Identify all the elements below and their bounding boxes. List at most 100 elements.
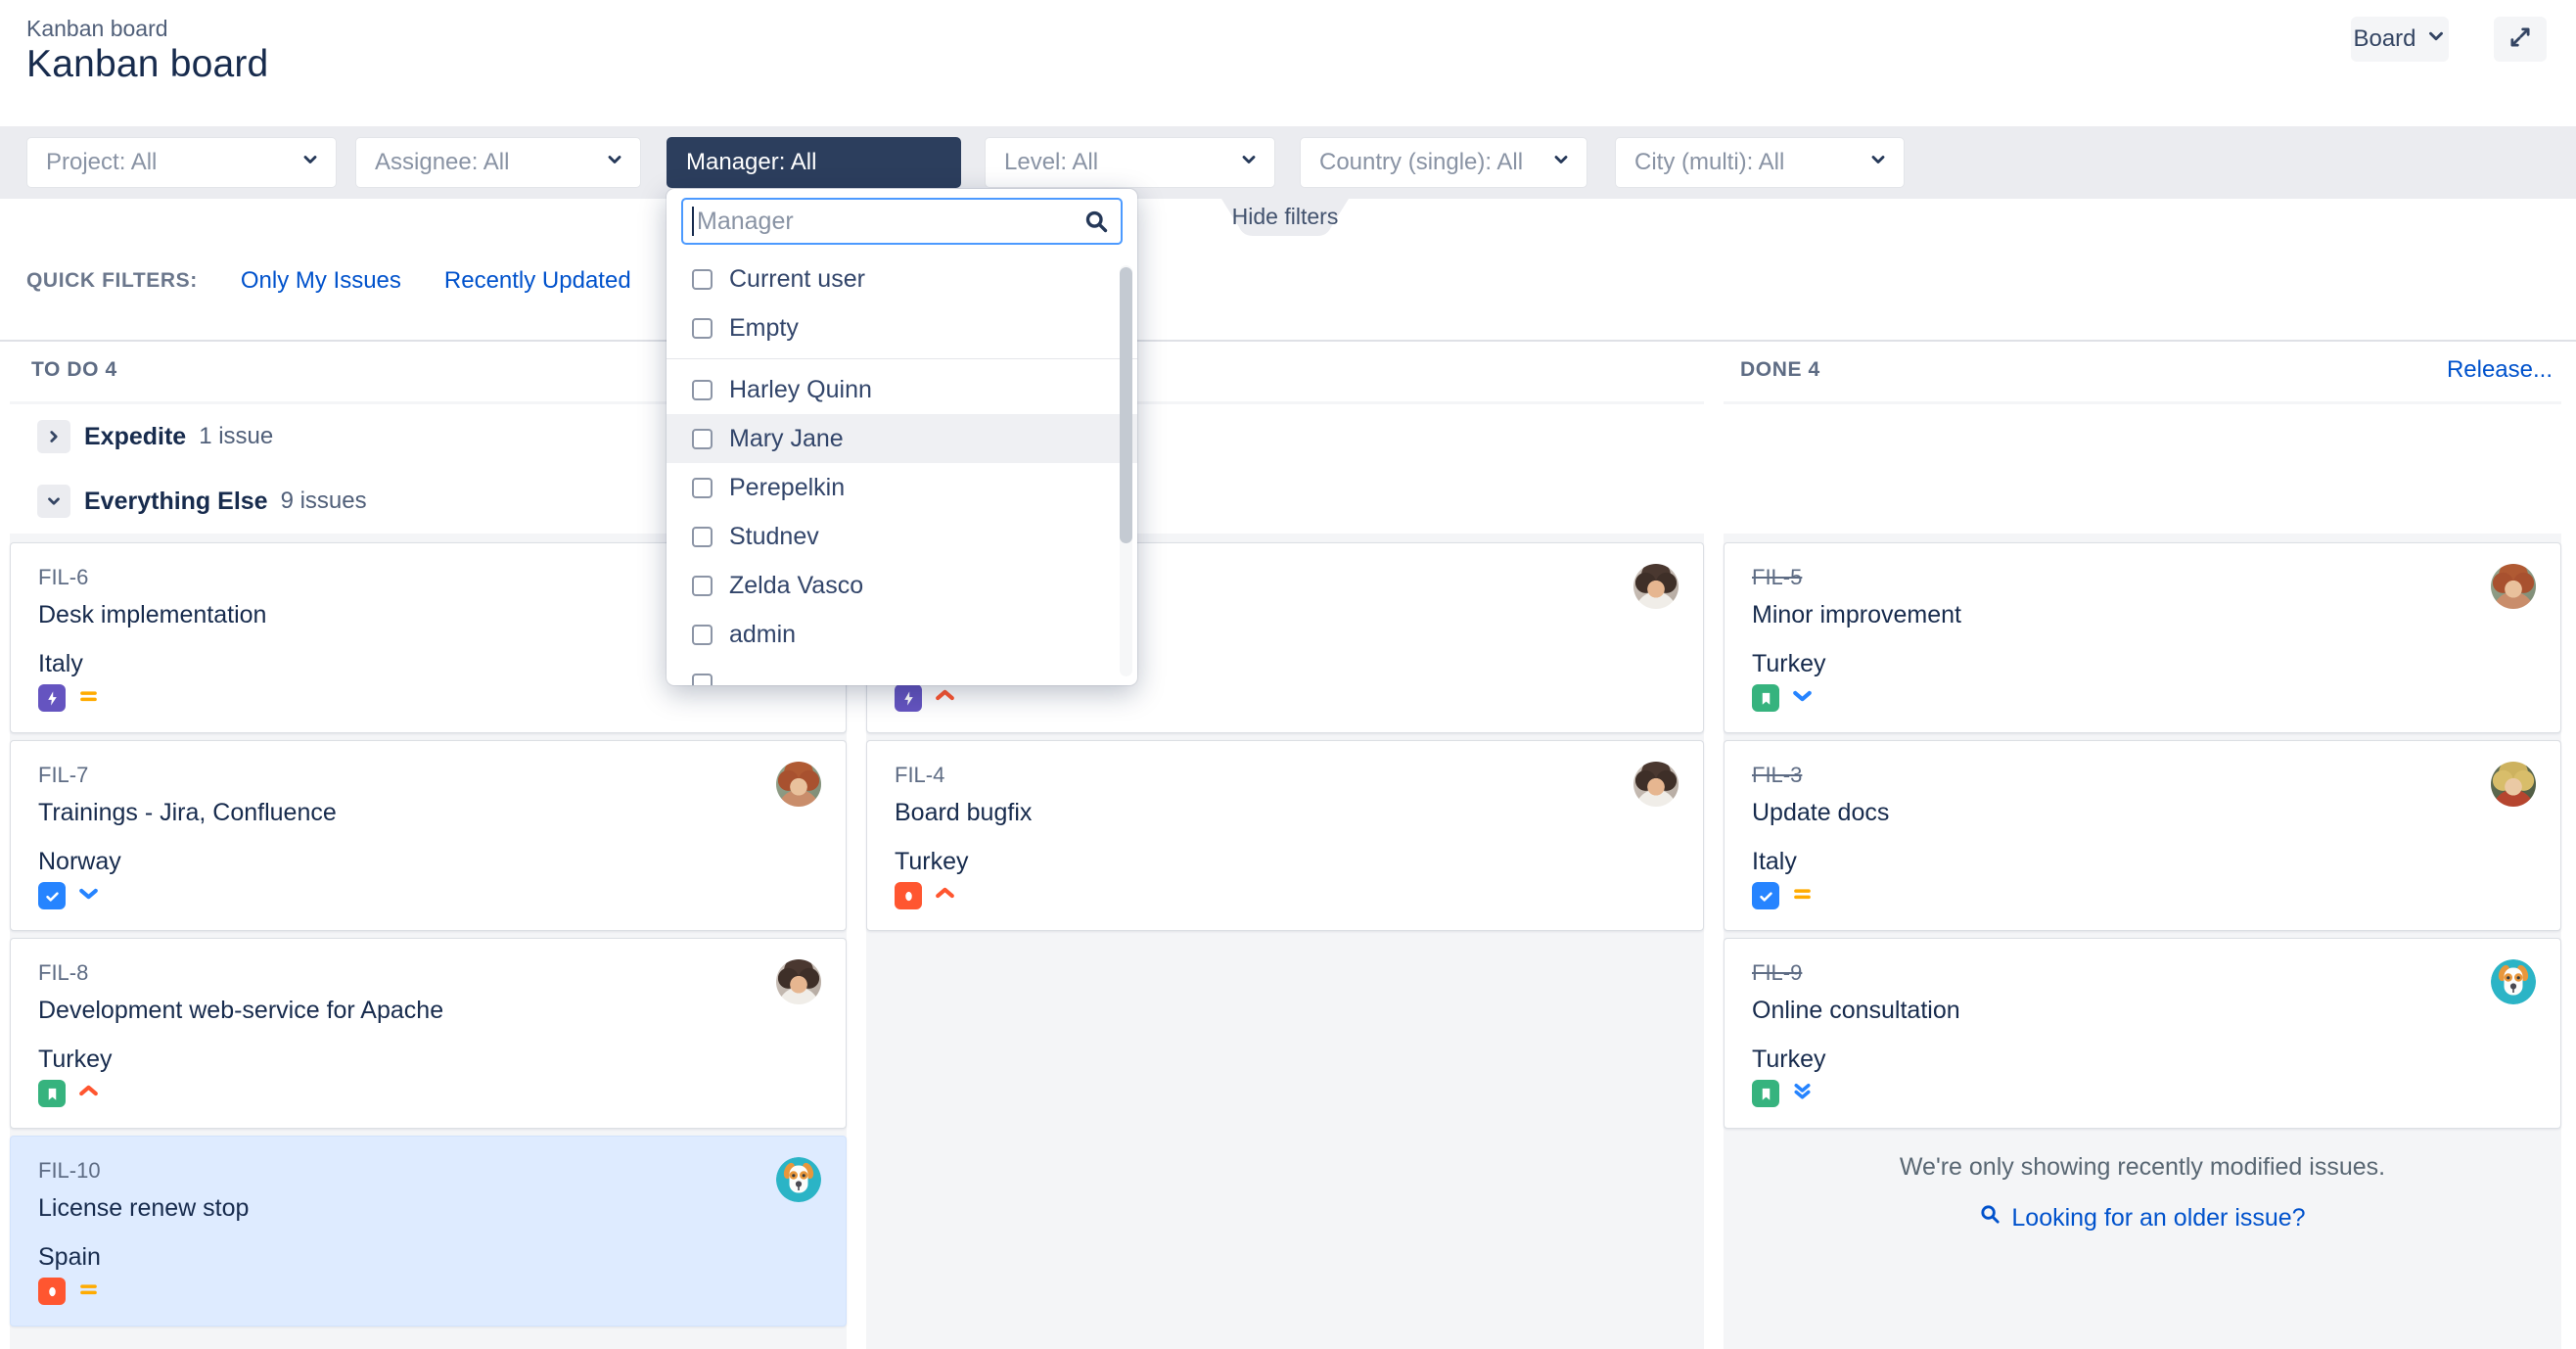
- quick-filters-row: QUICK FILTERS: Only My Issues Recently U…: [26, 260, 631, 302]
- card-fil-8[interactable]: FIL-8 Development web-service for Apache…: [10, 938, 847, 1129]
- column-header-todo: TO DO 4: [31, 358, 117, 382]
- priority-high-icon: [933, 881, 957, 910]
- board-column-headers: TO DO 4 DONE 4 Release...: [0, 340, 2576, 401]
- filter-assignee-label: Assignee: All: [375, 149, 509, 176]
- issue-title: Update docs: [1752, 799, 2533, 827]
- swimlane-everything-else[interactable]: Everything Else 9 issues: [0, 469, 2576, 534]
- issue-key: FIL-8: [38, 960, 818, 986]
- manager-option-harley-quinn[interactable]: Harley Quinn: [667, 365, 1137, 414]
- quick-filters-label: QUICK FILTERS:: [26, 269, 198, 293]
- swimlane-title: Expedite: [84, 423, 186, 451]
- card-fil-4[interactable]: FIL-4 Board bugfix Turkey: [866, 740, 1704, 931]
- manager-option-studnev[interactable]: Studnev: [667, 512, 1137, 561]
- story-bookmark-icon: [38, 1080, 66, 1107]
- older-issue-link[interactable]: Looking for an older issue?: [1724, 1203, 2561, 1233]
- manager-option-zelda-vasco[interactable]: Zelda Vasco: [667, 561, 1137, 610]
- quick-filter-recently-updated[interactable]: Recently Updated: [444, 267, 631, 295]
- option-label: Harley Quinn: [729, 376, 872, 404]
- dropdown-divider: [667, 358, 1137, 359]
- bolt-icon: [895, 684, 922, 712]
- chevron-down-icon[interactable]: [37, 485, 70, 518]
- issue-key: FIL-4: [895, 763, 1676, 788]
- breadcrumb[interactable]: Kanban board: [26, 16, 168, 42]
- avatar-dog: [2491, 959, 2536, 1004]
- manager-option-partial[interactable]: [667, 659, 1137, 685]
- checkbox[interactable]: [692, 478, 713, 498]
- issue-country: Turkey: [1752, 650, 2533, 678]
- filter-level-label: Level: All: [1004, 149, 1098, 176]
- release-link[interactable]: Release...: [2447, 356, 2553, 384]
- chevron-right-icon[interactable]: [37, 420, 70, 453]
- hide-filters-tab[interactable]: Hide filters: [1221, 199, 1349, 236]
- issue-country: Turkey: [38, 1046, 818, 1074]
- text-caret: [692, 207, 694, 236]
- issue-key: FIL-9: [1752, 960, 2533, 986]
- manager-option-admin[interactable]: admin: [667, 610, 1137, 659]
- card-fil-3[interactable]: FIL-3 Update docs Italy: [1724, 740, 2561, 931]
- checkbox[interactable]: [692, 380, 713, 400]
- card-fil-9[interactable]: FIL-9 Online consultation Turkey: [1724, 938, 2561, 1129]
- issue-title: Online consultation: [1752, 997, 2533, 1025]
- issue-country: Spain: [38, 1243, 818, 1272]
- checkbox[interactable]: [692, 625, 713, 645]
- filter-project-label: Project: All: [46, 149, 157, 176]
- issue-country: Norway: [38, 848, 818, 876]
- chevron-down-icon: [1868, 149, 1888, 176]
- filter-city-multi[interactable]: City (multi): All: [1615, 137, 1905, 188]
- dropdown-scrollbar-track: [1120, 265, 1132, 676]
- priority-low-icon: [76, 881, 101, 910]
- checkbox[interactable]: [692, 318, 713, 339]
- issue-key: FIL-3: [1752, 763, 2533, 788]
- manager-option-mary-jane[interactable]: Mary Jane: [667, 414, 1137, 463]
- manager-search-input[interactable]: [681, 198, 1123, 245]
- filter-manager-active[interactable]: Manager: All: [667, 137, 961, 188]
- checkbox[interactable]: [692, 674, 713, 686]
- manager-option-perepelkin[interactable]: Perepelkin: [667, 463, 1137, 512]
- story-bookmark-icon: [1752, 1080, 1779, 1107]
- avatar-brunette: [776, 959, 821, 1004]
- swimlane-expedite[interactable]: Expedite 1 issue: [0, 404, 2576, 469]
- hide-filters-label: Hide filters: [1221, 199, 1349, 234]
- filter-level[interactable]: Level: All: [985, 137, 1275, 188]
- swimlane-count: 1 issue: [199, 423, 273, 450]
- checkbox[interactable]: [692, 527, 713, 547]
- dropdown-scrollbar-thumb[interactable]: [1120, 267, 1132, 543]
- manager-option-empty[interactable]: Empty: [667, 303, 1137, 352]
- avatar-brunette: [1633, 564, 1679, 609]
- checkbox[interactable]: [692, 576, 713, 596]
- avatar-dog: [776, 1157, 821, 1202]
- checkbox[interactable]: [692, 429, 713, 449]
- story-bookmark-icon: [1752, 684, 1779, 712]
- filter-assignee[interactable]: Assignee: All: [355, 137, 641, 188]
- issue-key: FIL-5: [1752, 565, 2533, 590]
- bolt-icon: [38, 684, 66, 712]
- priority-medium-icon: [76, 1277, 101, 1306]
- done-column-footer: We're only showing recently modified iss…: [1724, 1153, 2561, 1233]
- chevron-down-icon: [1239, 149, 1259, 176]
- filter-project[interactable]: Project: All: [26, 137, 337, 188]
- filter-country-single[interactable]: Country (single): All: [1300, 137, 1587, 188]
- option-label: admin: [729, 621, 796, 649]
- swimlane-headers: Expedite 1 issue Everything Else 9 issue…: [0, 404, 2576, 534]
- card-fil-5[interactable]: FIL-5 Minor improvement Turkey: [1724, 542, 2561, 733]
- board-menu-button[interactable]: Board: [2351, 17, 2449, 62]
- page-title: Kanban board: [26, 43, 268, 86]
- filter-country-label: Country (single): All: [1319, 149, 1523, 176]
- search-icon: [1979, 1203, 2001, 1233]
- filter-city-label: City (multi): All: [1634, 149, 1784, 176]
- recently-modified-message: We're only showing recently modified iss…: [1724, 1153, 2561, 1182]
- issue-key: FIL-7: [38, 763, 818, 788]
- option-label: Mary Jane: [729, 425, 844, 453]
- filter-manager-label: Manager: All: [686, 149, 816, 176]
- manager-option-current-user[interactable]: Current user: [667, 255, 1137, 303]
- checkbox[interactable]: [692, 269, 713, 290]
- issue-title: Trainings - Jira, Confluence: [38, 799, 818, 827]
- expand-board-button[interactable]: [2494, 17, 2547, 62]
- avatar-redhead: [2491, 564, 2536, 609]
- option-label: Empty: [729, 314, 799, 343]
- card-fil-7[interactable]: FIL-7 Trainings - Jira, Confluence Norwa…: [10, 740, 847, 931]
- quick-filter-only-my-issues[interactable]: Only My Issues: [241, 267, 401, 295]
- issue-title: Development web-service for Apache: [38, 997, 818, 1025]
- avatar-brunette: [1633, 762, 1679, 807]
- card-fil-10[interactable]: FIL-10 License renew stop Spain: [10, 1136, 847, 1326]
